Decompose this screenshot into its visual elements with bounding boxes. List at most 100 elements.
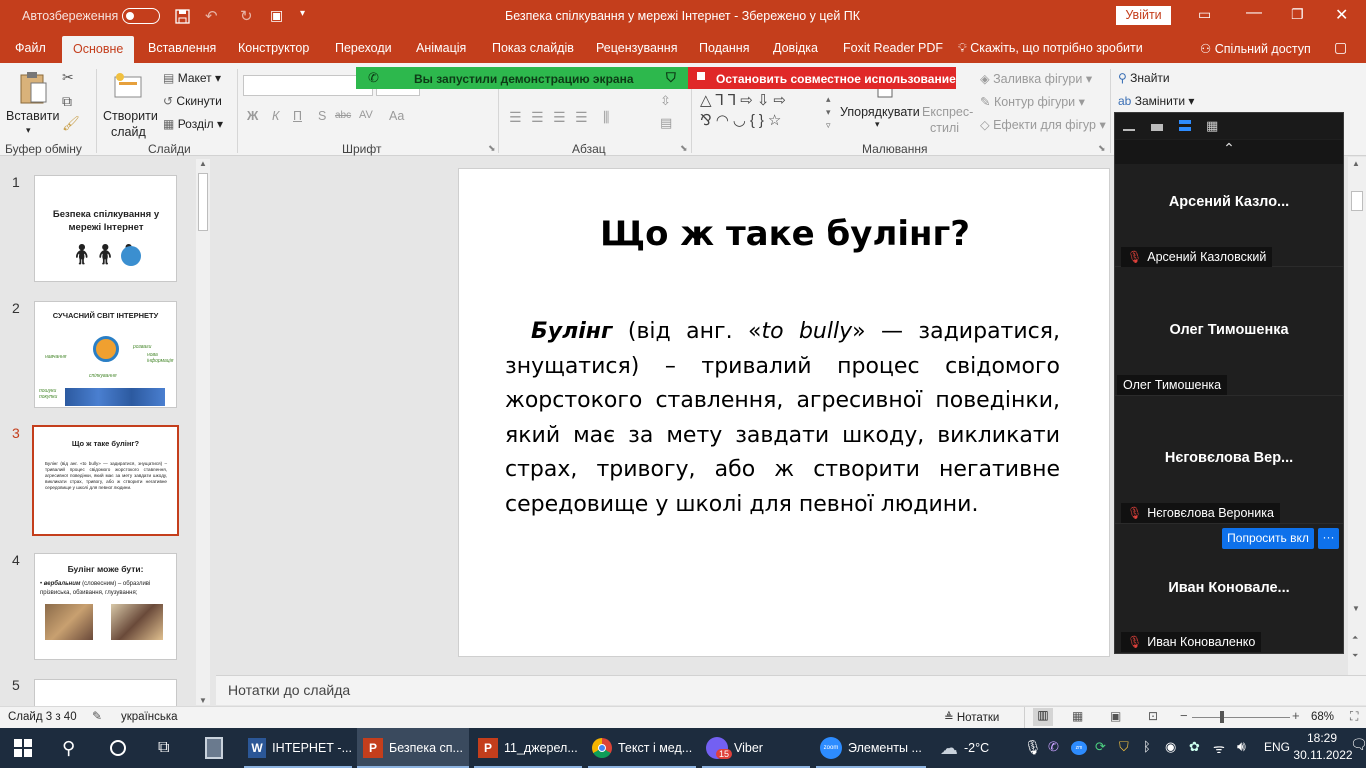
slide-title[interactable]: Що ж таке булінг? xyxy=(459,214,1111,254)
comments-icon[interactable]: ▢ xyxy=(1334,39,1347,56)
notes-toggle[interactable]: ≜ Нотатки xyxy=(944,710,999,724)
autosave-toggle[interactable] xyxy=(122,8,160,24)
zoom-in-icon[interactable]: + xyxy=(1292,708,1300,723)
microphone-icon[interactable]: 🎙︎ xyxy=(1024,739,1042,756)
change-case-button[interactable]: Aa xyxy=(389,109,404,123)
tab-transitions[interactable]: Переходи xyxy=(335,41,392,55)
cortana-icon[interactable] xyxy=(110,728,126,768)
viber-tray-icon[interactable]: ✆ xyxy=(1048,739,1059,755)
font-name-box[interactable] xyxy=(243,75,373,96)
notes-pane[interactable]: Нотатки до слайда xyxy=(216,675,1366,705)
participant-tile-1[interactable]: Арсений Казло... 🎙︎ Арсений Казловский xyxy=(1115,139,1343,267)
taskbar-item-zoom[interactable]: zoom Элементы ... xyxy=(816,728,926,768)
slide-scrollbar[interactable]: ▲ ▼ ⏶ ⏷ xyxy=(1348,157,1366,675)
shape-effects-button[interactable]: ◇ Ефекти для фігур ▾ xyxy=(980,117,1106,132)
format-painter-icon[interactable]: 🖌︎ xyxy=(62,115,80,132)
tab-slideshow[interactable]: Показ слайдів xyxy=(492,41,574,55)
discord-icon[interactable]: ◉ xyxy=(1165,739,1176,755)
smartart-icon[interactable]: ▤ xyxy=(660,115,672,131)
columns-icon[interactable]: ⫼ xyxy=(603,109,609,126)
text-align-icon[interactable]: ⇳ xyxy=(660,93,671,109)
copy-icon[interactable]: ⧉ xyxy=(62,93,72,110)
tab-animations[interactable]: Анімація xyxy=(416,41,466,55)
slide-thumbnail-4[interactable]: Булінг може бути: • вербальним (словесни… xyxy=(34,553,177,660)
undo-icon[interactable]: ↶ xyxy=(205,7,218,25)
tab-design[interactable]: Конструктор xyxy=(238,41,309,55)
paragraph-dialog-launcher-icon[interactable]: ⬊ xyxy=(680,143,688,154)
slide-thumbnail-2[interactable]: СУЧАСНИЙ СВІТ ІНТЕРНЕТУ навчання розваги… xyxy=(34,301,177,408)
search-icon[interactable]: ⚲ xyxy=(62,728,75,768)
tab-insert[interactable]: Вставлення xyxy=(148,41,216,55)
shapes-scroll-icon[interactable]: ▴ ▾ ▿ xyxy=(826,93,831,132)
spellcheck-icon[interactable]: ✎ xyxy=(92,709,102,723)
weather-widget[interactable]: ☁ -2°C xyxy=(940,728,989,768)
thumbnail-scrollbar[interactable]: ▲ ▼ xyxy=(196,159,210,705)
participant-tile-2[interactable]: Олег Тимошенка Олег Тимошенка xyxy=(1115,268,1343,396)
italic-button[interactable]: К xyxy=(272,109,279,123)
input-language[interactable]: ENG xyxy=(1264,740,1290,754)
minimize-icon[interactable]: — xyxy=(1246,4,1262,22)
align-left-icon[interactable]: ☰ xyxy=(509,109,522,126)
restore-icon[interactable]: ❐ xyxy=(1291,6,1304,23)
strip-view-icon[interactable] xyxy=(1179,120,1191,131)
task-view-icon[interactable]: ⧉ xyxy=(158,728,169,768)
language-indicator[interactable]: українська xyxy=(121,711,178,723)
underline-button[interactable]: П xyxy=(293,109,302,123)
shape-outline-button[interactable]: ✎ Контур фігури ▾ xyxy=(980,94,1085,109)
section-button[interactable]: ▦ Розділ ▾ xyxy=(163,117,223,131)
new-slide-button[interactable]: Створити слайд xyxy=(101,69,159,139)
cut-icon[interactable]: ✂ xyxy=(62,69,74,86)
zoom-tray-icon[interactable]: zm xyxy=(1071,741,1087,755)
shapes-gallery[interactable]: △⅂⅂⇨⇩⇨ ⅋◠◡{}☆ xyxy=(700,91,824,133)
tab-help[interactable]: Довідка xyxy=(773,41,818,55)
stop-share-button[interactable]: Остановить совместное использование xyxy=(688,67,956,89)
start-button[interactable] xyxy=(14,728,32,768)
bluetooth-icon[interactable]: ᛒ xyxy=(1143,739,1151,754)
tab-foxit[interactable]: Foxit Reader PDF xyxy=(843,41,943,55)
participant-tile-4[interactable]: Иван Коновале... 🎙︎ Иван Коноваленко xyxy=(1115,525,1343,655)
save-icon[interactable] xyxy=(175,9,190,24)
taskbar-item-viber[interactable]: 15 Viber xyxy=(702,728,810,768)
bold-button[interactable]: Ж xyxy=(247,109,258,123)
reading-view-icon[interactable]: ▣ xyxy=(1110,709,1121,723)
paste-button[interactable]: Вставити ▾ xyxy=(6,69,59,139)
zoom-level[interactable]: 68% xyxy=(1311,711,1334,723)
gallery-view-icon[interactable]: ▦ xyxy=(1206,118,1218,134)
close-icon[interactable]: ✕ xyxy=(1335,5,1348,25)
zoom-slider[interactable] xyxy=(1192,711,1290,723)
zoom-out-icon[interactable]: − xyxy=(1180,708,1188,723)
tab-home[interactable]: Основне xyxy=(62,36,135,63)
slideshow-start-icon[interactable]: ▣ xyxy=(270,7,283,24)
calculator-icon[interactable] xyxy=(205,728,223,768)
slide-thumbnail-1[interactable]: Безпека спілкування у мережі Інтернет 🧍︎… xyxy=(34,175,177,282)
reset-button[interactable]: ↺ Скинути xyxy=(163,94,222,108)
shadow-button[interactable]: S xyxy=(318,109,326,123)
app-tray-icon[interactable]: ⟳ xyxy=(1095,739,1106,755)
taskbar-item-chrome[interactable]: Текст і мед... xyxy=(588,728,696,768)
clock-time[interactable]: 18:29 xyxy=(1302,731,1342,745)
security-tray-icon[interactable]: ⛉ xyxy=(1119,739,1129,755)
strikethrough-button[interactable]: abc xyxy=(335,110,351,121)
justify-icon[interactable]: ☰ xyxy=(575,109,588,126)
speaker-view-icon[interactable] xyxy=(1151,124,1163,131)
minimize-icon[interactable] xyxy=(1123,129,1135,131)
slide-thumbnail-3[interactable]: Що ж таке булінг? Булінг (від анг. «to b… xyxy=(32,425,179,536)
spacing-button[interactable]: AV xyxy=(359,109,373,121)
tab-file[interactable]: Файл xyxy=(15,41,46,55)
current-slide[interactable]: Що ж таке булінг? Булінг (від анг. «to b… xyxy=(458,168,1110,657)
tab-view[interactable]: Подання xyxy=(699,41,749,55)
ribbon-display-icon[interactable]: ▭ xyxy=(1198,6,1211,23)
slide-sorter-icon[interactable]: ▦ xyxy=(1072,709,1083,723)
taskbar-item-word[interactable]: W ІНТЕРНЕТ -... xyxy=(244,728,352,768)
find-button[interactable]: ⚲ Знайти xyxy=(1118,71,1170,85)
notifications-icon[interactable]: 🗨︎ xyxy=(1350,736,1366,753)
taskbar-item-powerpoint-2[interactable]: P 11_джерел... xyxy=(474,728,582,768)
slideshow-view-icon[interactable]: ⊡ xyxy=(1148,709,1158,723)
clock-date[interactable]: 30.11.2022 xyxy=(1293,748,1353,762)
tell-me-search[interactable]: 💡︎ Скажіть, що потрібно зробити xyxy=(958,41,1143,56)
tab-review[interactable]: Рецензування xyxy=(596,41,677,55)
slide-thumbnail-5[interactable] xyxy=(34,679,177,706)
participant-tile-3[interactable]: Нєговєлова Вер... 🎙︎ Нєговєлова Вероника xyxy=(1115,396,1343,524)
normal-view-icon[interactable]: ▥ xyxy=(1033,708,1053,726)
wifi-icon[interactable]: ᯤ xyxy=(1213,739,1225,757)
